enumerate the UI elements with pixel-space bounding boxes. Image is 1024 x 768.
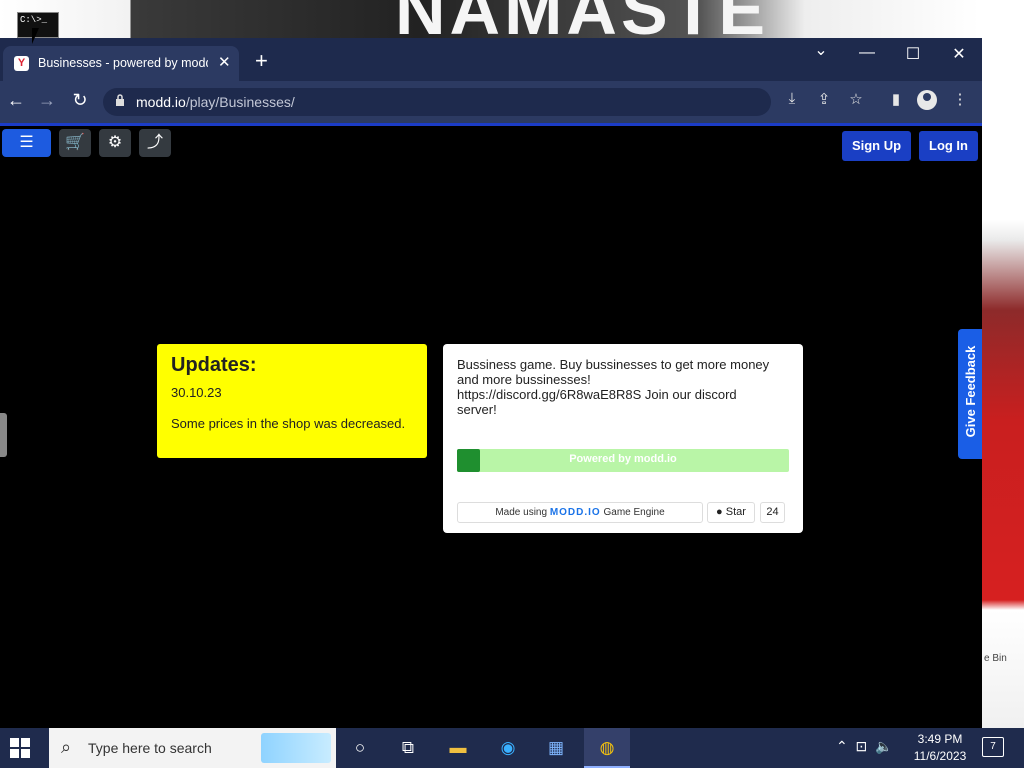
- progress-label: Powered by modd.io: [569, 453, 677, 465]
- feedback-label: Give Feedback: [963, 345, 978, 438]
- reload-icon[interactable]: ↻: [68, 90, 92, 111]
- back-arrow-icon[interactable]: ←: [4, 90, 28, 111]
- url-text: modd.io/play/Businesses/: [136, 94, 295, 110]
- browser-tab[interactable]: Y Businesses - powered by modd.io ✕: [3, 46, 239, 81]
- star-label: Star: [725, 506, 746, 518]
- edge-browser-icon[interactable]: ◉: [496, 736, 520, 760]
- browser-toolbar: ← → ↻ modd.io/play/Businesses/ ⤓ ⇪ ☆ ▮ ⋮: [0, 81, 982, 123]
- windows-start-icon[interactable]: [10, 738, 30, 758]
- browser-window: Y Businesses - powered by modd.io ✕ + ⌄ …: [0, 38, 982, 728]
- windows-taskbar: ⌕ Type here to search ○ ⧉ ▬ ◉ ▦ ◍ ⌃ ⊡ 🔈 …: [0, 728, 1024, 768]
- updates-date: 30.10.23: [171, 385, 222, 400]
- lock-icon: [116, 94, 124, 106]
- moddio-logo: MODD.IO: [549, 507, 601, 518]
- made-suffix: Game Engine: [603, 507, 665, 518]
- updates-message: Some prices in the shop was decreased.: [171, 416, 406, 431]
- tab-close-icon[interactable]: ✕: [218, 53, 231, 71]
- search-icon: ⌕: [61, 737, 72, 757]
- chrome-icon: ◍: [599, 738, 615, 757]
- settings-gear-icon[interactable]: ⚙: [99, 129, 131, 157]
- minimize-button[interactable]: —: [852, 44, 882, 62]
- bookmark-star-icon[interactable]: ☆: [844, 90, 868, 108]
- recycle-bin-label[interactable]: e Bin: [984, 653, 1007, 664]
- made-using-badge[interactable]: Made using MODD.IO Game Engine: [457, 502, 703, 523]
- mouse-cursor-icon: [32, 28, 46, 44]
- new-tab-button[interactable]: +: [255, 50, 268, 72]
- star-count[interactable]: 24: [760, 502, 785, 523]
- search-placeholder: Type here to search: [88, 740, 212, 756]
- taskbar-clock[interactable]: 3:49 PM 11/6/2023: [910, 731, 970, 765]
- cortana-circle-icon[interactable]: ○: [348, 736, 372, 760]
- share-icon[interactable]: ⇪: [812, 90, 836, 108]
- github-icon: ●: [716, 506, 723, 518]
- share-button-icon[interactable]: ⤴: [139, 129, 171, 157]
- cmd-icon-label: C:\>_: [20, 15, 48, 25]
- taskbar-search-box[interactable]: ⌕ Type here to search: [49, 728, 336, 768]
- search-highlight-image: [261, 733, 331, 763]
- system-tray[interactable]: ⌃ ⊡ 🔈: [836, 738, 892, 755]
- desktop-wallpaper-edge: [982, 220, 1024, 728]
- clock-time: 3:49 PM: [917, 732, 963, 746]
- log-in-button[interactable]: Log In: [919, 131, 978, 161]
- give-feedback-button[interactable]: Give Feedback: [958, 329, 982, 459]
- menu-kebab-icon[interactable]: ⋮: [948, 90, 972, 108]
- tab-title: Businesses - powered by modd.io: [38, 56, 208, 70]
- volume-muted-icon[interactable]: 🔈: [875, 738, 892, 754]
- browser-titlebar: Y Businesses - powered by modd.io ✕ + ⌄ …: [0, 38, 982, 81]
- close-window-button[interactable]: ✕: [944, 44, 974, 64]
- side-drawer-handle[interactable]: [0, 413, 7, 457]
- url-host: modd.io: [136, 94, 186, 110]
- updates-title: Updates:: [171, 354, 257, 376]
- file-explorer-icon[interactable]: ▬: [446, 736, 470, 760]
- game-info-panel: Bussiness game. Buy bussinesses to get m…: [443, 344, 803, 533]
- network-icon[interactable]: ⊡: [856, 738, 868, 754]
- maximize-button[interactable]: ☐: [898, 44, 928, 64]
- side-panel-icon[interactable]: ▮: [884, 90, 908, 108]
- microsoft-store-icon[interactable]: ▦: [544, 736, 568, 760]
- url-path: /play/Businesses/: [185, 94, 295, 110]
- chrome-taskbar-button[interactable]: ◍: [584, 728, 630, 768]
- address-bar[interactable]: modd.io/play/Businesses/: [103, 88, 771, 116]
- updates-panel: Updates: 30.10.23 Some prices in the sho…: [157, 344, 427, 458]
- modd-favicon-icon: Y: [14, 56, 29, 71]
- install-app-icon[interactable]: ⤓: [780, 90, 804, 107]
- tray-chevron-icon[interactable]: ⌃: [836, 738, 848, 754]
- task-view-icon[interactable]: ⧉: [396, 736, 420, 760]
- shop-cart-icon[interactable]: 🛒: [59, 129, 91, 157]
- loading-progress-bar: Powered by modd.io: [457, 449, 789, 472]
- game-description: Bussiness game. Buy bussinesses to get m…: [457, 357, 770, 417]
- github-star-button[interactable]: ● Star: [707, 502, 755, 523]
- notification-center-icon[interactable]: 7: [982, 737, 1004, 757]
- tab-search-dropdown-icon[interactable]: ⌄: [806, 40, 836, 60]
- clock-date: 11/6/2023: [913, 749, 967, 763]
- hamburger-menu-button[interactable]: ☰: [2, 129, 51, 157]
- profile-avatar-icon[interactable]: [917, 90, 937, 110]
- forward-arrow-icon[interactable]: →: [35, 90, 59, 111]
- game-viewport[interactable]: ☰ 🛒 ⚙ ⤴ Sign Up Log In Updates: 30.10.23…: [0, 123, 982, 728]
- sign-up-button[interactable]: Sign Up: [842, 131, 911, 161]
- made-prefix: Made using: [495, 507, 548, 518]
